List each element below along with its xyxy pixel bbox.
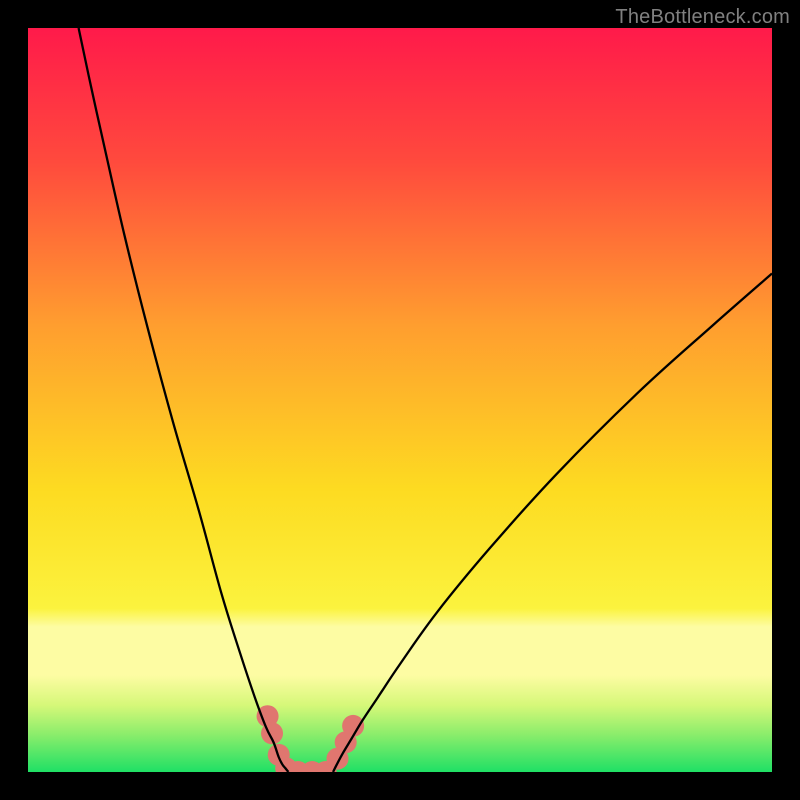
chart-svg — [28, 28, 772, 772]
watermark-text: TheBottleneck.com — [615, 6, 790, 29]
gradient-background — [28, 28, 772, 772]
chart-frame: TheBottleneck.com — [0, 0, 800, 800]
plot-area — [28, 28, 772, 772]
highlight-dot — [342, 715, 364, 737]
